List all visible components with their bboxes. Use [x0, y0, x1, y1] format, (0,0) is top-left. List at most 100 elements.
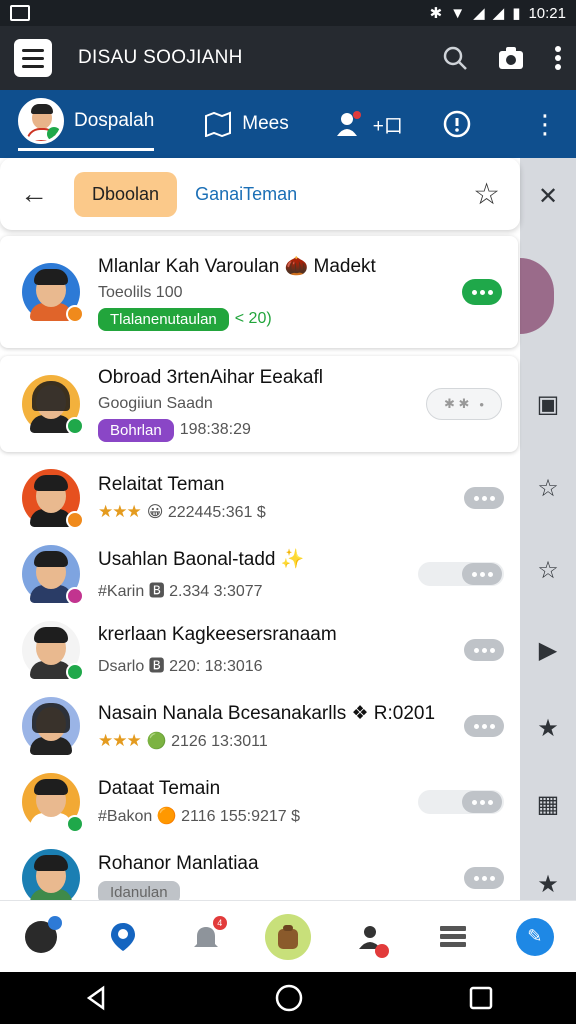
badge-dot — [48, 915, 63, 930]
nav-location[interactable] — [100, 914, 146, 960]
contact-name: Obroad 3rtenAihar Eeakafl — [98, 366, 323, 388]
more-button[interactable] — [464, 867, 504, 889]
contact-name: Rohanor Manlatiaa — [98, 852, 259, 874]
back-arrow-icon[interactable]: ← — [20, 178, 48, 210]
star-filled-icon[interactable]: ★ — [520, 870, 576, 899]
avatar — [22, 545, 84, 605]
list-item[interactable]: Usahlan Baonal-tadd ✨ #Karin 🅱 2.334 3:3… — [0, 536, 520, 612]
avatar — [22, 375, 84, 435]
add-person-icon — [336, 111, 361, 136]
signal-icon-2: ◢ — [492, 5, 505, 22]
toggle-switch[interactable] — [418, 790, 504, 814]
header-link[interactable]: GanaiTeman — [195, 184, 297, 205]
signal-icon: ◢ — [473, 5, 485, 22]
search-icon[interactable] — [442, 45, 468, 71]
contact-meta: 😀 222445:361 $ — [146, 504, 266, 521]
back-icon[interactable] — [83, 985, 109, 1011]
nav-home[interactable] — [264, 913, 311, 960]
more-button[interactable] — [462, 279, 502, 305]
tab-dospalah[interactable]: Dospalah — [18, 97, 155, 151]
side-rail: ✕ ▣ ☆ ☆ ▶ ★ ▦ ★ — [520, 158, 576, 900]
bluetooth-icon: ✱ — [429, 5, 443, 22]
contact-name: Nasain Nanala Bcesanakarlls ❖ R:0201 — [98, 702, 436, 724]
friend-list: Mlanlar Kah Varoulan 🌰 Madekt Toeolils 1… — [0, 236, 520, 916]
play-icon[interactable]: ▶ — [520, 636, 576, 665]
contact-meta: #Karin 🅱 2.334 3:3077 — [98, 583, 263, 600]
camera-icon[interactable] — [498, 46, 524, 70]
contact-name: Relaitat Teman — [98, 474, 225, 495]
star-outline-icon[interactable]: ☆ — [520, 474, 576, 503]
map-icon — [205, 111, 232, 137]
star-outline-icon[interactable]: ☆ — [520, 556, 576, 585]
status-bar: ✱ ▼ ◢ ◢ ▮ 10:21 — [0, 0, 576, 26]
disabled-action[interactable]: ✱ ✱ • — [426, 388, 502, 420]
hamburger-menu-button[interactable] — [14, 39, 52, 77]
backpack-icon — [277, 924, 298, 949]
badge-dot — [375, 943, 390, 958]
list-item[interactable]: Nasain Nanala Bcesanakarlls ❖ R:0201 ★★★… — [0, 688, 520, 764]
clock: 10:21 — [528, 4, 566, 22]
avatar — [22, 773, 84, 833]
contact-name: Usahlan Baonal-tadd ✨ — [98, 549, 305, 570]
nav-notifications[interactable]: 4 — [183, 914, 229, 960]
nav-chat[interactable]: ✎ — [512, 914, 558, 960]
battery-icon: ▮ — [512, 5, 521, 22]
nav-list[interactable] — [430, 914, 476, 960]
avatar — [22, 697, 80, 755]
photo-icon[interactable]: ▣ — [520, 390, 576, 419]
tab-add-friend[interactable]: +口 — [335, 110, 403, 138]
toggle-switch[interactable] — [418, 562, 504, 586]
filter-chip[interactable]: Dboolan — [74, 171, 178, 217]
contact-subtitle: Googiiun Saadn — [98, 394, 213, 412]
contact-subtitle: Toeolils 100 — [98, 283, 183, 301]
contact-meta: #Bakon 🟠 2116 155:9217 $ — [98, 808, 301, 825]
more-button[interactable] — [464, 487, 504, 509]
more-button[interactable] — [464, 715, 504, 737]
list-item[interactable]: Dataat Temain #Bakon 🟠 2116 155:9217 $ — [0, 764, 520, 840]
nav-profile[interactable] — [18, 914, 64, 960]
more-vert-icon[interactable] — [554, 45, 562, 71]
notification-icon — [10, 5, 30, 21]
bottom-nav: 4 ✎ — [0, 900, 576, 972]
profile-avatar — [18, 97, 64, 144]
star-filled-icon[interactable]: ★ — [520, 714, 576, 743]
location-pin-icon — [111, 922, 136, 951]
list-item[interactable]: krerlaan Kagkeesersranaam Dsarlo 🅱 220: … — [0, 612, 520, 688]
more-button[interactable] — [464, 639, 504, 661]
avatar — [22, 621, 84, 681]
tab-mees[interactable]: Mees — [204, 111, 289, 137]
friends-panel: ← Dboolan GanaiTeman ☆ Mlanlar Kah Varou… — [0, 158, 520, 907]
chat-icon: ✎ — [515, 917, 554, 956]
avatar — [22, 849, 80, 907]
contact-name: Dataat Temain — [98, 778, 221, 799]
side-avatar — [520, 258, 554, 334]
status-badge: Bohrlan — [98, 418, 174, 442]
tab-label: Mees — [242, 113, 289, 134]
app-title: DISAU SOOJIANH — [78, 47, 243, 68]
avatar — [22, 469, 84, 529]
info-icon — [443, 110, 471, 138]
contact-name: Mlanlar Kah Varoulan 🌰 Madekt — [98, 255, 376, 277]
featured-card[interactable]: Mlanlar Kah Varoulan 🌰 Madekt Toeolils 1… — [0, 236, 518, 348]
system-nav-bar — [0, 972, 576, 1024]
tab-bar: Dospalah Mees +口 ⋮ — [0, 90, 576, 158]
close-icon[interactable]: ✕ — [520, 182, 576, 211]
contact-meta: 198:38:29 — [179, 421, 251, 438]
recents-icon[interactable] — [469, 986, 493, 1010]
badge-dot: 4 — [212, 915, 227, 930]
info-button[interactable] — [443, 110, 471, 138]
calendar-icon[interactable]: ▦ — [520, 790, 576, 819]
more-vert-icon[interactable]: ⋮ — [532, 109, 558, 140]
star-icon[interactable]: ☆ — [473, 177, 500, 212]
featured-card[interactable]: Obroad 3rtenAihar Eeakafl Googiiun Saadn… — [0, 356, 518, 452]
contact-meta: Dsarlo 🅱 220: 18:3016 — [98, 658, 263, 675]
nav-contacts[interactable] — [347, 914, 393, 960]
home-icon[interactable] — [274, 983, 304, 1013]
contact-meta: 🟢 2126 13:3011 — [146, 732, 268, 750]
contact-meta: < 20) — [234, 310, 272, 327]
wifi-icon: ▼ — [450, 4, 466, 22]
rating-stars: ★★★ — [98, 502, 142, 521]
tab-label: +口 — [372, 115, 403, 137]
list-item[interactable]: Relaitat Teman ★★★ 😀 222445:361 $ — [0, 460, 520, 536]
status-badge: Tlalanenutaulan — [98, 307, 229, 331]
